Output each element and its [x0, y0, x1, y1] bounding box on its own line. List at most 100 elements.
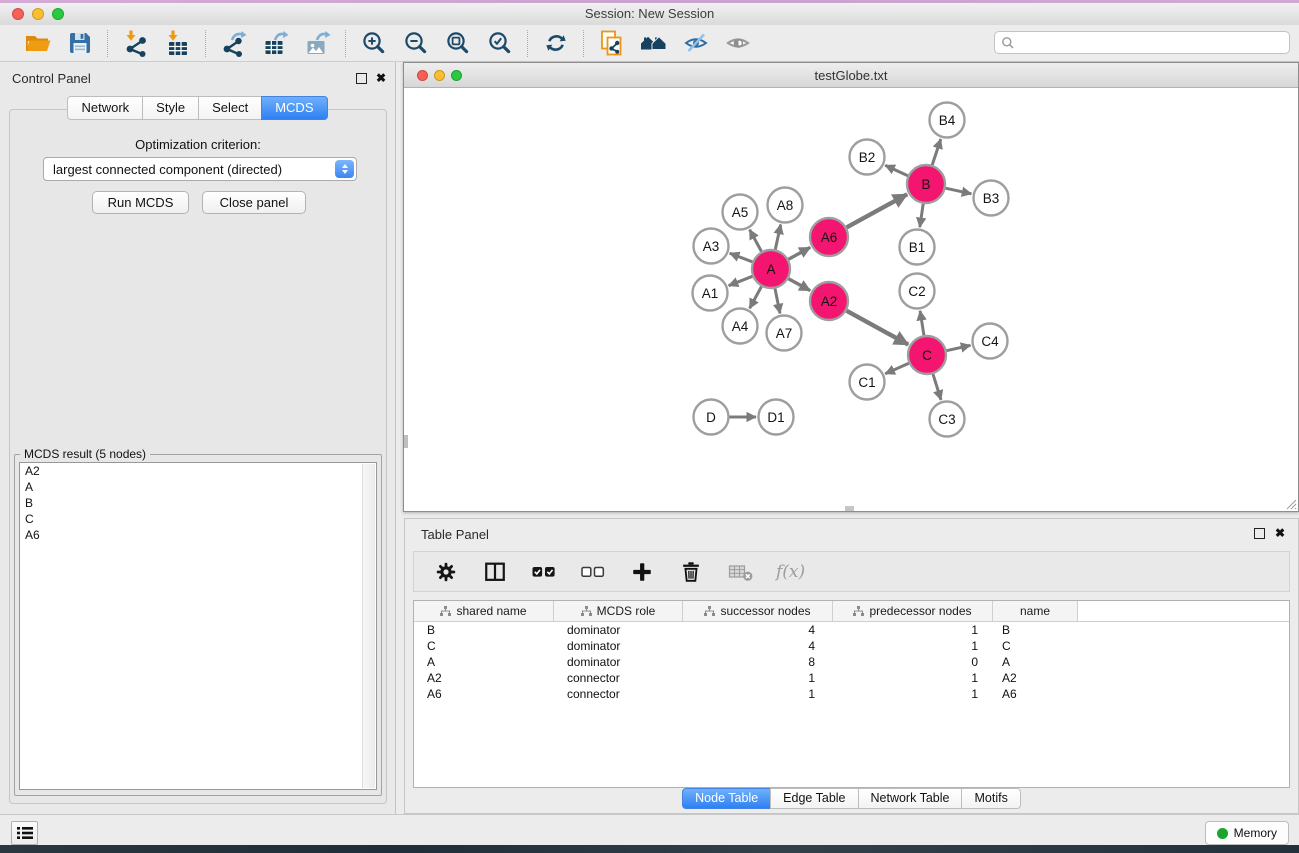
graph-edge-A-A3[interactable]	[730, 253, 753, 262]
show-panels-button[interactable]	[723, 29, 752, 58]
resize-grip-icon[interactable]	[1283, 496, 1297, 510]
home-icon	[640, 30, 667, 56]
list-item[interactable]: C	[20, 511, 376, 527]
search-input[interactable]	[1019, 36, 1289, 50]
tab-mcds[interactable]: MCDS	[261, 96, 327, 120]
export-image-button[interactable]	[303, 29, 332, 58]
table-row[interactable]: C dominator 4 1 C	[414, 638, 1289, 654]
graph-edge-A-A1[interactable]	[729, 276, 753, 285]
graph-edge-C-C2[interactable]	[920, 311, 924, 335]
vertical-scroll-hint[interactable]	[404, 435, 408, 448]
network-from-selection-icon	[599, 30, 625, 57]
tab-select[interactable]: Select	[198, 96, 262, 120]
column-header-successor-nodes[interactable]: successor nodes	[683, 601, 833, 621]
table-header-row: shared name MCDS role successor nodes	[414, 601, 1289, 622]
graph-edge-A-A4[interactable]	[750, 287, 762, 309]
graph-node-label-B2: B2	[859, 150, 876, 165]
graph-edge-C-C4[interactable]	[947, 345, 971, 350]
search-box[interactable]	[994, 31, 1290, 54]
select-all-button[interactable]	[531, 559, 557, 585]
control-panel-title: Control Panel	[12, 71, 91, 86]
maximize-window-button[interactable]	[451, 70, 462, 81]
export-network-button[interactable]	[219, 29, 248, 58]
network-canvas[interactable]: B4B2BB3A5A8A6B1A3AC2A1A2A4A7C4CC1C3DD1	[404, 89, 1298, 511]
table-row[interactable]: B dominator 4 1 B	[414, 622, 1289, 638]
zoom-selected-button[interactable]	[485, 29, 514, 58]
close-panel-button[interactable]: Close panel	[202, 191, 306, 214]
save-session-button[interactable]	[65, 29, 94, 58]
graph-edge-B-B4[interactable]	[932, 139, 941, 165]
import-table-button[interactable]	[163, 29, 192, 58]
graph-edge-A-A5[interactable]	[750, 230, 762, 252]
close-window-button[interactable]	[417, 70, 428, 81]
zoom-fit-button[interactable]	[443, 29, 472, 58]
zoom-out-button[interactable]	[401, 29, 430, 58]
export-table-button[interactable]	[261, 29, 290, 58]
column-header-mcds-role[interactable]: MCDS role	[554, 601, 683, 621]
deselect-all-button[interactable]	[580, 559, 606, 585]
tab-network-table[interactable]: Network Table	[858, 788, 963, 809]
list-item[interactable]: A6	[20, 527, 376, 543]
graph-node-label-D1: D1	[767, 410, 784, 425]
table-row[interactable]: A dominator 8 0 A	[414, 654, 1289, 670]
export-table-icon	[262, 30, 289, 57]
run-mcds-button[interactable]: Run MCDS	[92, 191, 189, 214]
table-row[interactable]: A2 connector 1 1 A2	[414, 670, 1289, 686]
memory-button[interactable]: Memory	[1205, 821, 1289, 845]
graph-edge-C-C3[interactable]	[933, 374, 941, 400]
minimize-window-button[interactable]	[32, 8, 44, 20]
graph-edge-B-B3[interactable]	[946, 188, 972, 194]
table-row[interactable]: A6 connector 1 1 A6	[414, 686, 1289, 702]
eye-slash-icon	[683, 30, 709, 56]
zoom-in-button[interactable]	[359, 29, 388, 58]
show-columns-button[interactable]	[482, 559, 508, 585]
graph-edge-A2-C[interactable]	[847, 311, 909, 345]
tab-style[interactable]: Style	[142, 96, 199, 120]
list-item[interactable]: A2	[20, 463, 376, 479]
maximize-window-button[interactable]	[52, 8, 64, 20]
optimization-criterion-label: Optimization criterion:	[10, 137, 386, 152]
graph-edge-A6-B[interactable]	[847, 194, 908, 227]
column-header-shared-name[interactable]: shared name	[414, 601, 554, 621]
delete-column-button[interactable]	[678, 559, 704, 585]
scrollbar[interactable]	[362, 464, 375, 788]
tab-network[interactable]: Network	[67, 96, 143, 120]
tab-node-table[interactable]: Node Table	[682, 788, 771, 809]
hide-panels-button[interactable]	[681, 29, 710, 58]
list-item[interactable]: A	[20, 479, 376, 495]
task-history-button[interactable]	[11, 821, 38, 845]
float-panel-icon[interactable]	[1254, 528, 1265, 539]
minimize-window-button[interactable]	[434, 70, 445, 81]
close-panel-icon[interactable]: ✖	[376, 71, 386, 85]
graph-edge-C-C1[interactable]	[885, 363, 909, 374]
close-window-button[interactable]	[12, 8, 24, 20]
network-from-selection-button[interactable]	[597, 29, 626, 58]
graph-edge-B-B2[interactable]	[885, 165, 908, 175]
column-header-predecessor-nodes[interactable]: predecessor nodes	[833, 601, 993, 621]
graph-node-label-A2: A2	[821, 294, 838, 309]
table-settings-button[interactable]	[433, 559, 459, 585]
network-graph: B4B2BB3A5A8A6B1A3AC2A1A2A4A7C4CC1C3DD1	[404, 89, 1298, 511]
graph-edge-A-A2[interactable]	[789, 279, 811, 291]
app-title: Session: New Session	[0, 3, 1299, 25]
open-session-button[interactable]	[23, 29, 52, 58]
column-header-name[interactable]: name	[993, 601, 1078, 621]
control-panel: Control Panel ✖ Network Style Select MCD…	[0, 62, 396, 814]
close-panel-icon[interactable]: ✖	[1275, 526, 1285, 540]
graph-edge-B-B1[interactable]	[920, 204, 923, 227]
graph-edge-A-A6[interactable]	[789, 247, 811, 259]
create-column-button[interactable]	[629, 559, 655, 585]
home-button[interactable]	[639, 29, 668, 58]
list-item[interactable]: B	[20, 495, 376, 511]
optimization-criterion-select[interactable]: largest connected component (directed)	[43, 157, 357, 181]
graph-node-label-A7: A7	[776, 326, 793, 341]
float-panel-icon[interactable]	[356, 73, 367, 84]
horizontal-scroll-hint[interactable]	[845, 506, 854, 511]
tab-edge-table[interactable]: Edge Table	[770, 788, 858, 809]
refresh-button[interactable]	[541, 29, 570, 58]
graph-edge-A-A8[interactable]	[775, 225, 780, 250]
graph-edge-A-A7[interactable]	[775, 289, 780, 314]
tab-motifs[interactable]: Motifs	[961, 788, 1020, 809]
gear-icon	[434, 560, 458, 584]
import-network-button[interactable]	[121, 29, 150, 58]
